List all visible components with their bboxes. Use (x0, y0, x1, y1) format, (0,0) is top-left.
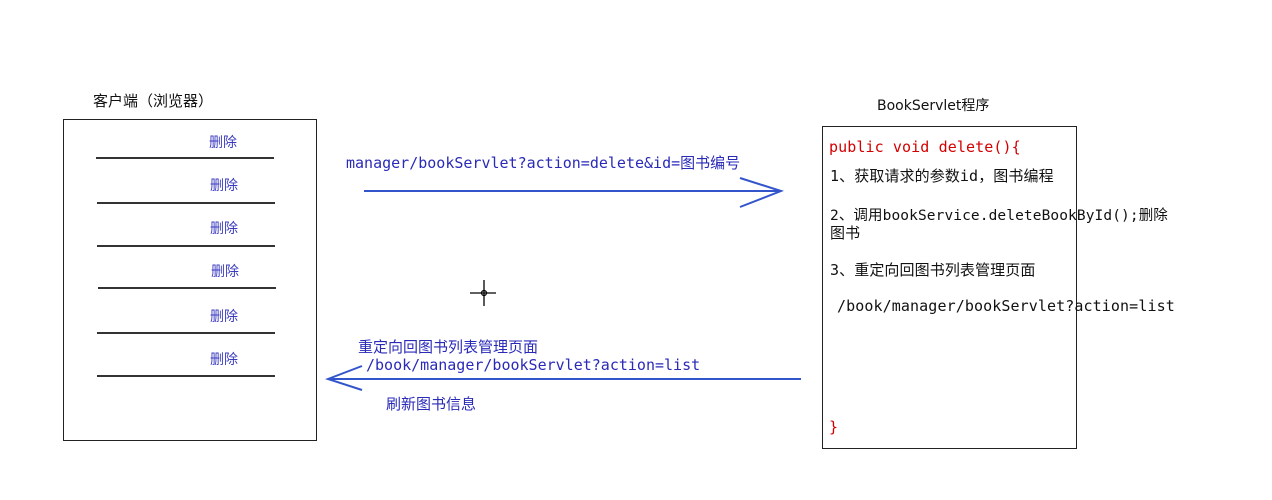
response-arrow (324, 365, 801, 391)
arrows-layer (324, 177, 801, 391)
request-arrow (364, 177, 785, 208)
crosshair-cursor-icon (470, 280, 496, 306)
